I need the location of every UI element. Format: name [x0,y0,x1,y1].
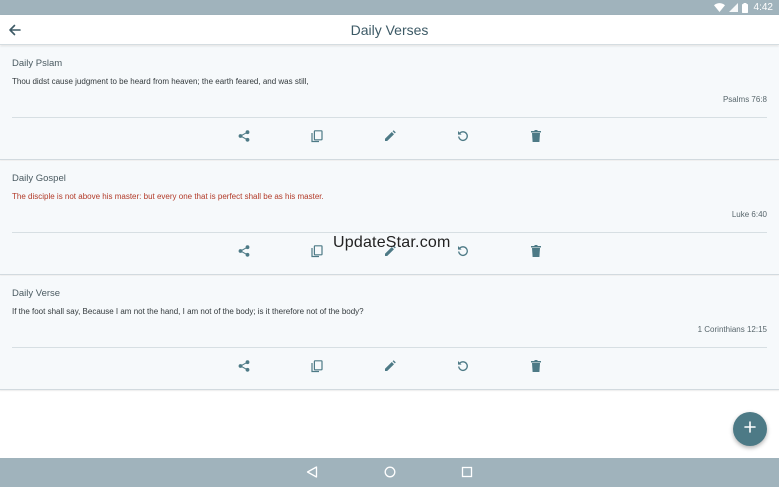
page-title: Daily Verses [350,22,429,38]
home-circle-icon[interactable] [383,465,397,479]
plus-icon [744,420,756,438]
share-icon[interactable] [236,358,252,374]
add-verse-button[interactable] [733,412,767,446]
refresh-icon[interactable] [455,243,471,259]
verse-card-daily: Daily Verse If the foot shall say, Becau… [0,276,779,390]
card-verse-text: If the foot shall say, Because I am not … [12,307,364,316]
card-verse-text: The disciple is not above his master: bu… [12,192,324,201]
refresh-icon[interactable] [455,128,471,144]
edit-icon[interactable] [382,128,398,144]
refresh-icon[interactable] [455,358,471,374]
delete-icon[interactable] [528,243,544,259]
card-actions [0,358,779,374]
watermark: UpdateStar.com [333,234,451,251]
card-reference: 1 Corinthians 12:15 [697,325,767,334]
card-actions [0,128,779,144]
card-divider [12,347,767,348]
copy-icon[interactable] [309,358,325,374]
verse-card-list: Daily Pslam Thou didst cause judgment to… [0,46,779,391]
verse-card-gospel: Daily Gospel The disciple is not above h… [0,161,779,275]
card-reference: Psalms 76:8 [722,95,767,104]
battery-icon [741,2,748,13]
share-icon[interactable] [236,128,252,144]
card-verse-text: Thou didst cause judgment to be heard fr… [12,77,309,86]
status-bar: 4:42 [0,0,779,15]
delete-icon[interactable] [528,358,544,374]
card-title: Daily Pslam [12,58,63,69]
card-title: Daily Verse [12,288,61,299]
recents-square-icon[interactable] [460,465,474,479]
card-title: Daily Gospel [12,173,66,184]
edit-icon[interactable] [382,358,398,374]
system-nav-bar [0,458,779,487]
card-reference: Luke 6:40 [731,210,767,219]
back-triangle-icon[interactable] [305,465,319,479]
wifi-icon [713,3,725,12]
card-divider [12,232,767,233]
status-icons: 4:42 [713,1,773,14]
verse-card-psalm: Daily Pslam Thou didst cause judgment to… [0,46,779,160]
signal-icon [728,3,738,12]
copy-icon[interactable] [309,128,325,144]
share-icon[interactable] [236,243,252,259]
app-bar: Daily Verses [0,15,779,45]
status-time: 4:42 [753,2,773,13]
delete-icon[interactable] [528,128,544,144]
card-divider [12,117,767,118]
copy-icon[interactable] [309,243,325,259]
